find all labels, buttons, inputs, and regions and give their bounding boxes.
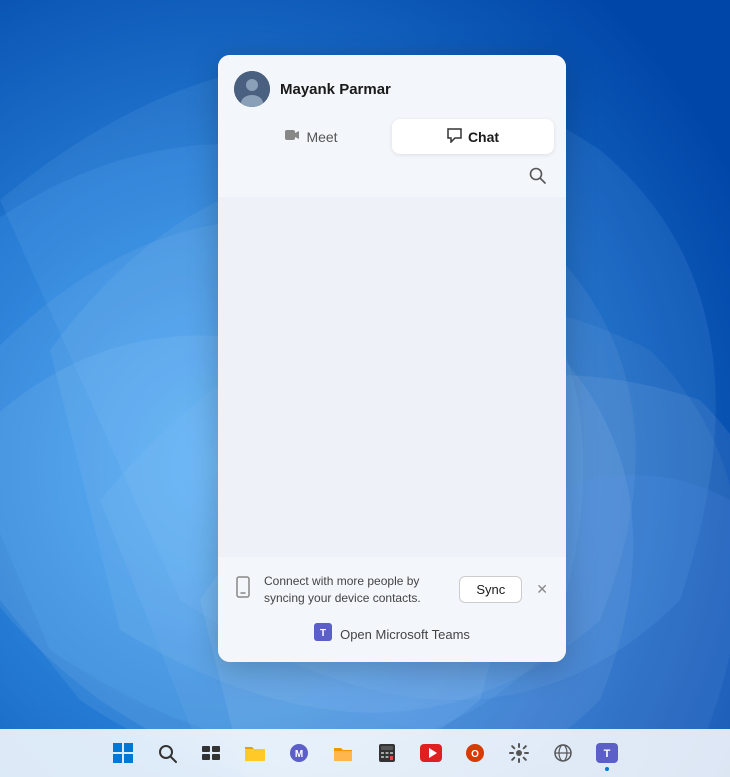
tab-meet[interactable]: Meet xyxy=(230,119,392,154)
desktop: Mayank Parmar Meet Chat xyxy=(0,0,730,777)
taskbar-item-explorer[interactable] xyxy=(235,733,275,773)
sync-row: Connect with more people by syncing your… xyxy=(232,567,552,615)
taskbar-item-taskview[interactable] xyxy=(191,733,231,773)
close-sync-button[interactable]: ✕ xyxy=(532,579,552,600)
taskbar-item-calculator[interactable] xyxy=(367,733,407,773)
taskbar-item-teams-meet[interactable]: M xyxy=(279,733,319,773)
teams-chat-panel: Mayank Parmar Meet Chat xyxy=(218,55,566,662)
panel-header: Mayank Parmar xyxy=(218,55,566,119)
user-name: Mayank Parmar xyxy=(280,81,391,98)
search-button[interactable] xyxy=(524,162,550,193)
taskbar: M xyxy=(0,729,730,777)
svg-text:T: T xyxy=(604,748,611,760)
teams-logo-small: T xyxy=(314,623,332,646)
taskbar-item-settings[interactable] xyxy=(499,733,539,773)
open-teams-row[interactable]: T Open Microsoft Teams xyxy=(232,615,552,656)
avatar xyxy=(234,71,270,107)
svg-text:M: M xyxy=(295,749,303,760)
avatar-image xyxy=(234,71,270,107)
phone-icon xyxy=(232,576,254,604)
chat-tab-label: Chat xyxy=(468,129,499,145)
taskbar-item-office[interactable]: O xyxy=(455,733,495,773)
svg-text:T: T xyxy=(320,628,326,639)
tabs-row: Meet Chat xyxy=(218,119,566,162)
sync-description: Connect with more people by syncing your… xyxy=(264,573,449,607)
taskbar-item-search[interactable] xyxy=(147,733,187,773)
open-teams-label: Open Microsoft Teams xyxy=(340,627,470,642)
sync-button[interactable]: Sync xyxy=(459,576,522,603)
panel-toolbar xyxy=(218,162,566,197)
taskbar-item-files[interactable] xyxy=(323,733,363,773)
panel-footer: Connect with more people by syncing your… xyxy=(218,557,566,662)
video-icon xyxy=(284,127,300,146)
taskbar-item-network[interactable] xyxy=(543,733,583,773)
chat-area xyxy=(218,197,566,557)
chat-icon xyxy=(447,128,462,146)
svg-text:O: O xyxy=(471,749,479,760)
taskbar-item-youtube[interactable] xyxy=(411,733,451,773)
tab-chat[interactable]: Chat xyxy=(392,119,554,154)
meet-tab-label: Meet xyxy=(306,129,337,145)
taskbar-item-teams[interactable]: T xyxy=(587,733,627,773)
taskbar-item-start[interactable] xyxy=(103,733,143,773)
